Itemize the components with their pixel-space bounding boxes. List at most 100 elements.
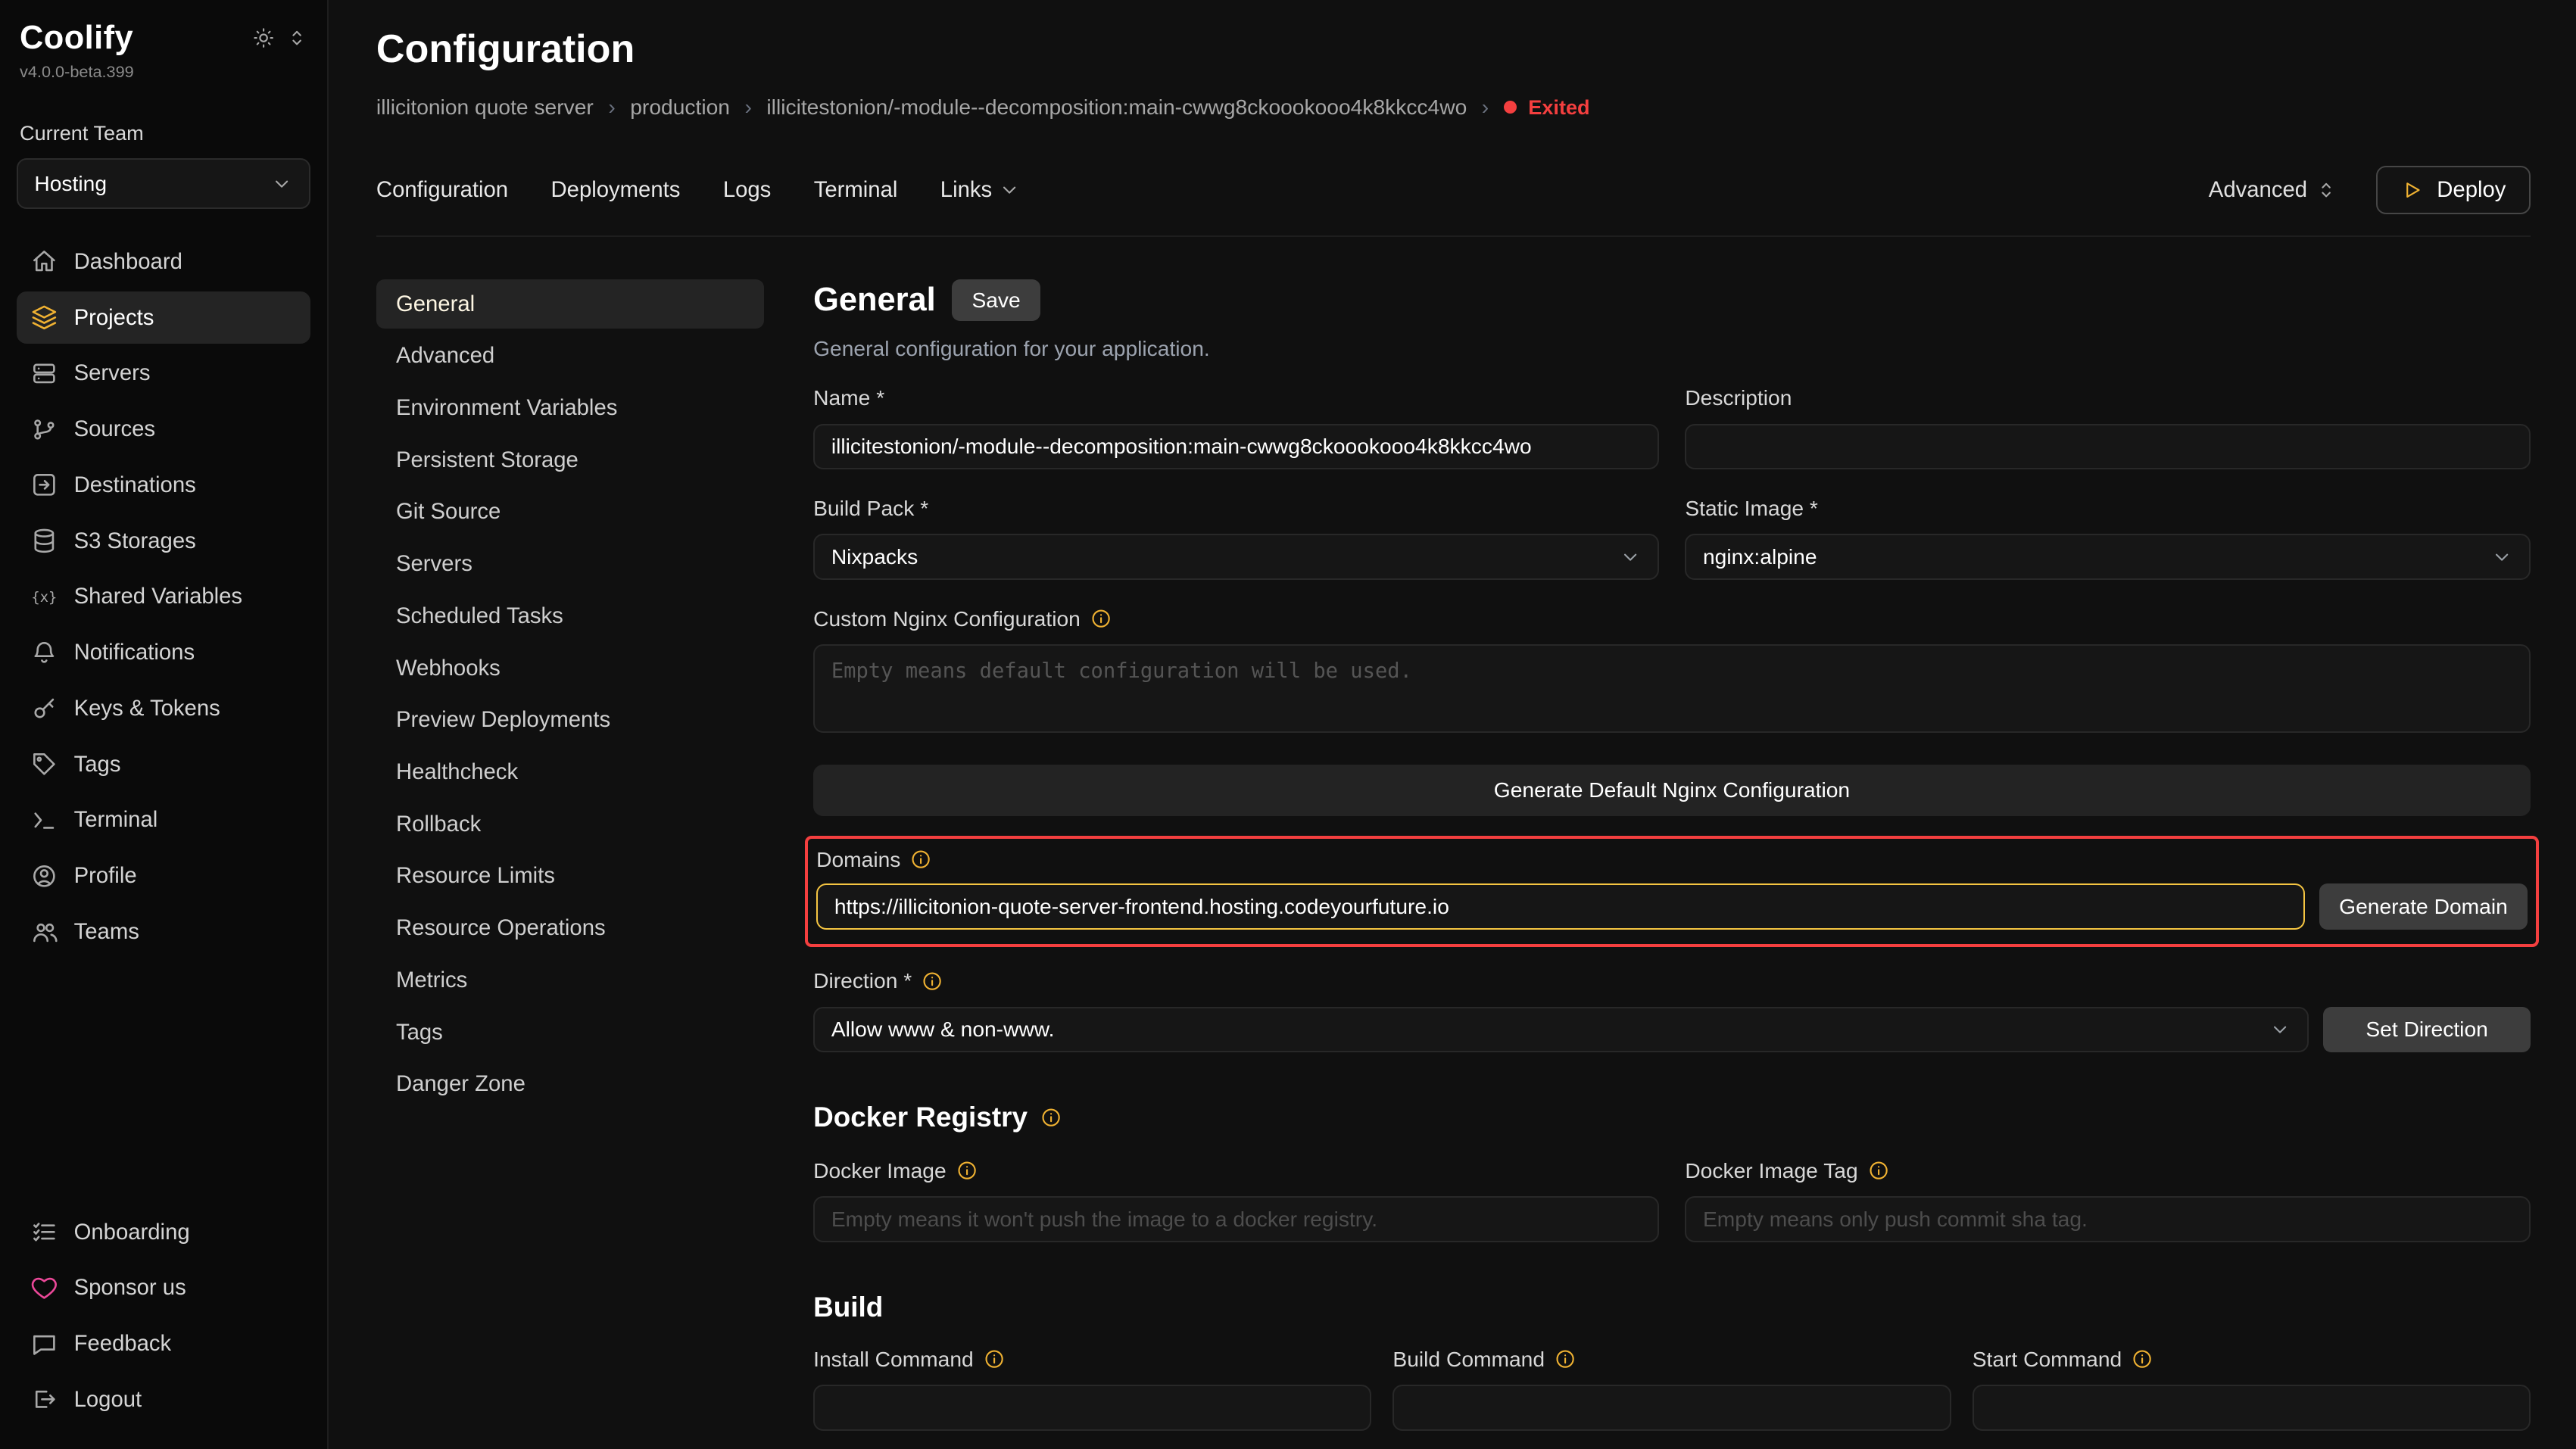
direction-select[interactable]: Allow www & non-www. — [813, 1007, 2309, 1053]
subnav-item-metrics[interactable]: Metrics — [376, 956, 764, 1005]
set-direction-button[interactable]: Set Direction — [2323, 1007, 2530, 1053]
build-command-label: Build Command — [1392, 1347, 1951, 1372]
bell-icon — [31, 640, 58, 666]
name-field: Name * — [813, 385, 1658, 469]
domains-label: Domains — [816, 847, 2528, 872]
advanced-label: Advanced — [2209, 177, 2307, 203]
sidebar-item-servers[interactable]: Servers — [17, 347, 311, 400]
info-icon[interactable] — [1868, 1160, 1889, 1181]
subnav-item-scheduled-tasks[interactable]: Scheduled Tasks — [376, 592, 764, 640]
docker-image-label: Docker Image — [813, 1158, 1658, 1183]
subnav-item-webhooks[interactable]: Webhooks — [376, 643, 764, 692]
collapse-selector-icon[interactable] — [286, 27, 307, 48]
build-pack-select[interactable]: Nixpacks — [813, 534, 1658, 580]
tab-deployments[interactable]: Deployments — [551, 177, 681, 203]
tab-links[interactable]: Links — [940, 177, 1020, 203]
sidebar-item-logout[interactable]: Logout — [17, 1373, 311, 1426]
sidebar-item-s3-storages[interactable]: S3 Storages — [17, 515, 311, 567]
info-icon[interactable] — [922, 971, 943, 992]
nginx-config-label-text: Custom Nginx Configuration — [813, 606, 1081, 631]
install-command-input[interactable] — [813, 1385, 1371, 1431]
sidebar-item-teams[interactable]: Teams — [17, 905, 311, 958]
tab-bar: Configuration Deployments Logs Terminal … — [376, 166, 2531, 237]
info-icon[interactable] — [910, 849, 931, 870]
tab-label: Links — [940, 177, 992, 203]
sidebar-item-notifications[interactable]: Notifications — [17, 626, 311, 678]
theme-toggle-sun-icon[interactable] — [253, 27, 274, 48]
save-button[interactable]: Save — [952, 279, 1040, 321]
info-icon[interactable] — [2132, 1348, 2153, 1370]
info-icon[interactable] — [1555, 1348, 1576, 1370]
generate-domain-button[interactable]: Generate Domain — [2319, 883, 2528, 930]
info-icon[interactable] — [984, 1348, 1005, 1370]
info-icon[interactable] — [1090, 608, 1112, 629]
docker-image-input[interactable] — [813, 1196, 1658, 1242]
sidebar-item-label: Feedback — [74, 1331, 172, 1357]
sidebar-item-label: Sponsor us — [74, 1275, 186, 1301]
tab-logs[interactable]: Logs — [723, 177, 772, 203]
breadcrumb-resource[interactable]: illicitestonion/-module--decomposition:m… — [766, 95, 1467, 120]
main-content: Configuration illicitonion quote server … — [329, 0, 2576, 1449]
subnav-item-resource-limits[interactable]: Resource Limits — [376, 852, 764, 900]
install-command-label-text: Install Command — [813, 1347, 974, 1372]
build-command-input[interactable] — [1392, 1385, 1951, 1431]
subnav-item-git-source[interactable]: Git Source — [376, 488, 764, 536]
config-subnav: General Advanced Environment Variables P… — [376, 279, 764, 1448]
docker-image-tag-input[interactable] — [1685, 1196, 2530, 1242]
sidebar-item-sponsor[interactable]: Sponsor us — [17, 1262, 311, 1314]
start-command-input[interactable] — [1973, 1385, 2531, 1431]
subnav-item-healthcheck[interactable]: Healthcheck — [376, 748, 764, 796]
subnav-item-servers[interactable]: Servers — [376, 540, 764, 588]
start-command-label-text: Start Command — [1973, 1347, 2122, 1372]
static-image-field: Static Image * nginx:alpine — [1685, 496, 2530, 580]
sidebar-item-label: Sources — [74, 416, 155, 442]
name-input[interactable] — [813, 424, 1658, 470]
docker-image-tag-label-text: Docker Image Tag — [1685, 1158, 1857, 1183]
docker-image-tag-field: Docker Image Tag — [1685, 1158, 2530, 1242]
static-image-select[interactable]: nginx:alpine — [1685, 534, 2530, 580]
sidebar-item-tags[interactable]: Tags — [17, 738, 311, 790]
domains-highlight-box: Domains Generate Domain — [805, 836, 2538, 947]
direction-field: Direction * Allow www & non-www. Set Dir… — [813, 968, 2531, 1052]
generate-nginx-button[interactable]: Generate Default Nginx Configuration — [813, 765, 2531, 816]
team-select[interactable]: Hosting — [17, 158, 311, 209]
build-pack-label: Build Pack * — [813, 496, 1658, 521]
sidebar-item-sources[interactable]: Sources — [17, 403, 311, 455]
subnav-item-preview-deployments[interactable]: Preview Deployments — [376, 696, 764, 744]
sidebar-item-profile[interactable]: Profile — [17, 849, 311, 902]
sidebar-item-terminal[interactable]: Terminal — [17, 794, 311, 846]
info-icon[interactable] — [1040, 1107, 1062, 1128]
brand-row: Coolify — [17, 20, 311, 57]
svg-text:{x}: {x} — [32, 590, 58, 606]
info-icon[interactable] — [956, 1160, 978, 1181]
subnav-item-danger-zone[interactable]: Danger Zone — [376, 1060, 764, 1108]
tab-configuration[interactable]: Configuration — [376, 177, 508, 203]
subnav-item-tags[interactable]: Tags — [376, 1008, 764, 1056]
sidebar-item-keys-tokens[interactable]: Keys & Tokens — [17, 682, 311, 734]
breadcrumb-environment[interactable]: production — [630, 95, 730, 120]
subnav-item-environment-variables[interactable]: Environment Variables — [376, 384, 764, 432]
sidebar-item-destinations[interactable]: Destinations — [17, 459, 311, 511]
git-source-icon — [31, 416, 58, 443]
sidebar-item-onboarding[interactable]: Onboarding — [17, 1206, 311, 1258]
sidebar-item-dashboard[interactable]: Dashboard — [17, 235, 311, 288]
subnav-item-general[interactable]: General — [376, 279, 764, 328]
nginx-config-textarea[interactable] — [813, 644, 2531, 733]
docker-image-field: Docker Image — [813, 1158, 1658, 1242]
advanced-toggle[interactable]: Advanced — [2209, 177, 2337, 203]
subnav-item-rollback[interactable]: Rollback — [376, 800, 764, 849]
sidebar-item-feedback[interactable]: Feedback — [17, 1317, 311, 1370]
subnav-item-resource-operations[interactable]: Resource Operations — [376, 904, 764, 952]
sidebar-item-shared-variables[interactable]: {x} Shared Variables — [17, 571, 311, 623]
tab-terminal[interactable]: Terminal — [814, 177, 898, 203]
description-input[interactable] — [1685, 424, 2530, 470]
subnav-item-persistent-storage[interactable]: Persistent Storage — [376, 436, 764, 485]
install-command-field: Install Command — [813, 1347, 1371, 1431]
domains-input[interactable] — [816, 883, 2304, 930]
breadcrumb-project[interactable]: illicitonion quote server — [376, 95, 594, 120]
current-team-label: Current Team — [20, 121, 307, 145]
deploy-button[interactable]: Deploy — [2376, 166, 2531, 214]
subnav-item-advanced[interactable]: Advanced — [376, 332, 764, 380]
braces-variable-icon: {x} — [31, 584, 58, 610]
sidebar-item-projects[interactable]: Projects — [17, 291, 311, 344]
